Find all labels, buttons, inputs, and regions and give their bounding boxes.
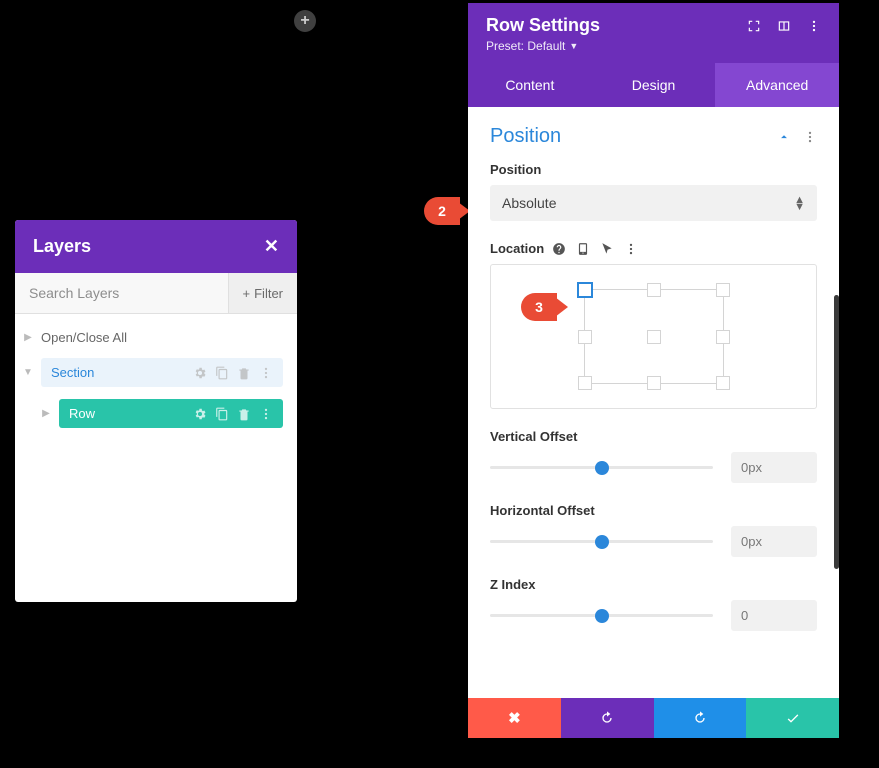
layers-title: Layers <box>33 236 91 257</box>
z-index-slider[interactable] <box>490 614 713 617</box>
settings-tabs: Content Design Advanced <box>468 63 839 107</box>
chevron-up-icon[interactable] <box>777 130 791 144</box>
open-close-all-row[interactable]: ▶ Open/Close All <box>15 322 297 352</box>
position-value: Absolute <box>502 195 556 211</box>
duplicate-icon[interactable] <box>215 366 229 380</box>
add-section-button[interactable]: + <box>294 10 316 32</box>
tab-design[interactable]: Design <box>592 63 716 107</box>
position-select[interactable]: Absolute ▲▼ <box>490 185 817 221</box>
tab-advanced[interactable]: Advanced <box>715 63 839 107</box>
gear-icon[interactable] <box>193 366 207 380</box>
horizontal-offset-group: Horizontal Offset <box>490 503 817 557</box>
layers-header: Layers ✕ <box>15 220 297 273</box>
scrollbar[interactable] <box>834 295 839 569</box>
row-settings-panel: Row Settings Preset: Default ▼ Content D… <box>468 3 839 738</box>
z-index-group: Z Index <box>490 577 817 631</box>
chevron-right-icon: ▶ <box>21 332 35 343</box>
z-index-label: Z Index <box>490 577 817 592</box>
phone-icon[interactable] <box>576 242 590 256</box>
layers-toolbar: + Filter <box>15 273 297 314</box>
chevron-down-icon: ▼ <box>21 367 35 378</box>
settings-header-actions <box>747 19 821 33</box>
settings-footer: ✖ <box>468 698 839 738</box>
position-section-title: Position <box>490 125 561 148</box>
anchor-bottom-right[interactable] <box>716 376 730 390</box>
more-icon[interactable] <box>259 407 273 421</box>
settings-header: Row Settings Preset: Default ▼ <box>468 3 839 63</box>
annotation-3: 3 <box>521 293 557 321</box>
more-icon[interactable] <box>259 366 273 380</box>
close-icon[interactable]: ✕ <box>264 236 279 257</box>
horizontal-offset-label: Horizontal Offset <box>490 503 817 518</box>
anchor-middle-right[interactable] <box>716 330 730 344</box>
section-label: Section <box>51 365 94 380</box>
anchor-bottom-left[interactable] <box>578 376 592 390</box>
settings-body: Position Position Absolute ▲▼ Location 3 <box>468 107 839 698</box>
anchor-grid <box>584 289 724 384</box>
slider-thumb[interactable] <box>595 609 609 623</box>
anchor-top-left[interactable] <box>577 282 593 298</box>
settings-title: Row Settings <box>486 15 747 36</box>
layers-panel: Layers ✕ + Filter ▶ Open/Close All ▼ Sec… <box>15 220 297 602</box>
trash-icon[interactable] <box>237 407 251 421</box>
horizontal-offset-slider[interactable] <box>490 540 713 543</box>
select-caret-icon: ▲▼ <box>794 197 805 210</box>
trash-icon[interactable] <box>237 366 251 380</box>
undo-button[interactable] <box>561 698 654 738</box>
search-input[interactable] <box>15 273 228 313</box>
z-index-input[interactable] <box>731 600 817 631</box>
tab-content[interactable]: Content <box>468 63 592 107</box>
cursor-icon[interactable] <box>600 242 614 256</box>
anchor-middle-left[interactable] <box>578 330 592 344</box>
vertical-offset-input[interactable] <box>731 452 817 483</box>
more-icon[interactable] <box>803 130 817 144</box>
anchor-top-right[interactable] <box>716 283 730 297</box>
help-icon[interactable] <box>552 242 566 256</box>
save-button[interactable] <box>746 698 839 738</box>
slider-thumb[interactable] <box>595 535 609 549</box>
more-icon[interactable] <box>624 242 638 256</box>
undo-icon <box>599 710 615 726</box>
check-icon <box>785 710 801 726</box>
location-label: Location <box>490 241 817 256</box>
row-label: Row <box>69 406 95 421</box>
section-item[interactable]: Section <box>41 358 283 387</box>
preset-dropdown[interactable]: Preset: Default ▼ <box>486 39 578 53</box>
tree-row-section[interactable]: ▼ Section <box>15 352 297 393</box>
filter-label: Filter <box>254 286 283 301</box>
section-actions <box>193 366 273 380</box>
redo-icon <box>692 710 708 726</box>
horizontal-offset-input[interactable] <box>731 526 817 557</box>
annotation-2: 2 <box>424 197 460 225</box>
vertical-offset-label: Vertical Offset <box>490 429 817 444</box>
section-header-position[interactable]: Position <box>490 125 817 148</box>
gear-icon[interactable] <box>193 407 207 421</box>
expand-icon[interactable] <box>747 19 761 33</box>
anchor-middle-center[interactable] <box>647 330 661 344</box>
slider-thumb[interactable] <box>595 461 609 475</box>
columns-icon[interactable] <box>777 19 791 33</box>
redo-button[interactable] <box>654 698 747 738</box>
chevron-down-icon: ▼ <box>569 41 578 51</box>
tree-row-row[interactable]: ▶ Row <box>15 393 297 434</box>
cancel-button[interactable]: ✖ <box>468 698 561 738</box>
vertical-offset-group: Vertical Offset <box>490 429 817 483</box>
location-picker: 3 <box>490 264 817 409</box>
row-actions <box>193 407 273 421</box>
duplicate-icon[interactable] <box>215 407 229 421</box>
vertical-offset-slider[interactable] <box>490 466 713 469</box>
row-item[interactable]: Row <box>59 399 283 428</box>
chevron-right-icon: ▶ <box>39 408 53 419</box>
plus-icon: + <box>243 286 251 301</box>
anchor-top-center[interactable] <box>647 283 661 297</box>
more-icon[interactable] <box>807 19 821 33</box>
layers-tree: ▶ Open/Close All ▼ Section ▶ Row <box>15 314 297 446</box>
filter-button[interactable]: + Filter <box>228 273 297 313</box>
open-close-all-label: Open/Close All <box>35 330 127 345</box>
position-label: Position <box>490 162 817 177</box>
anchor-bottom-center[interactable] <box>647 376 661 390</box>
